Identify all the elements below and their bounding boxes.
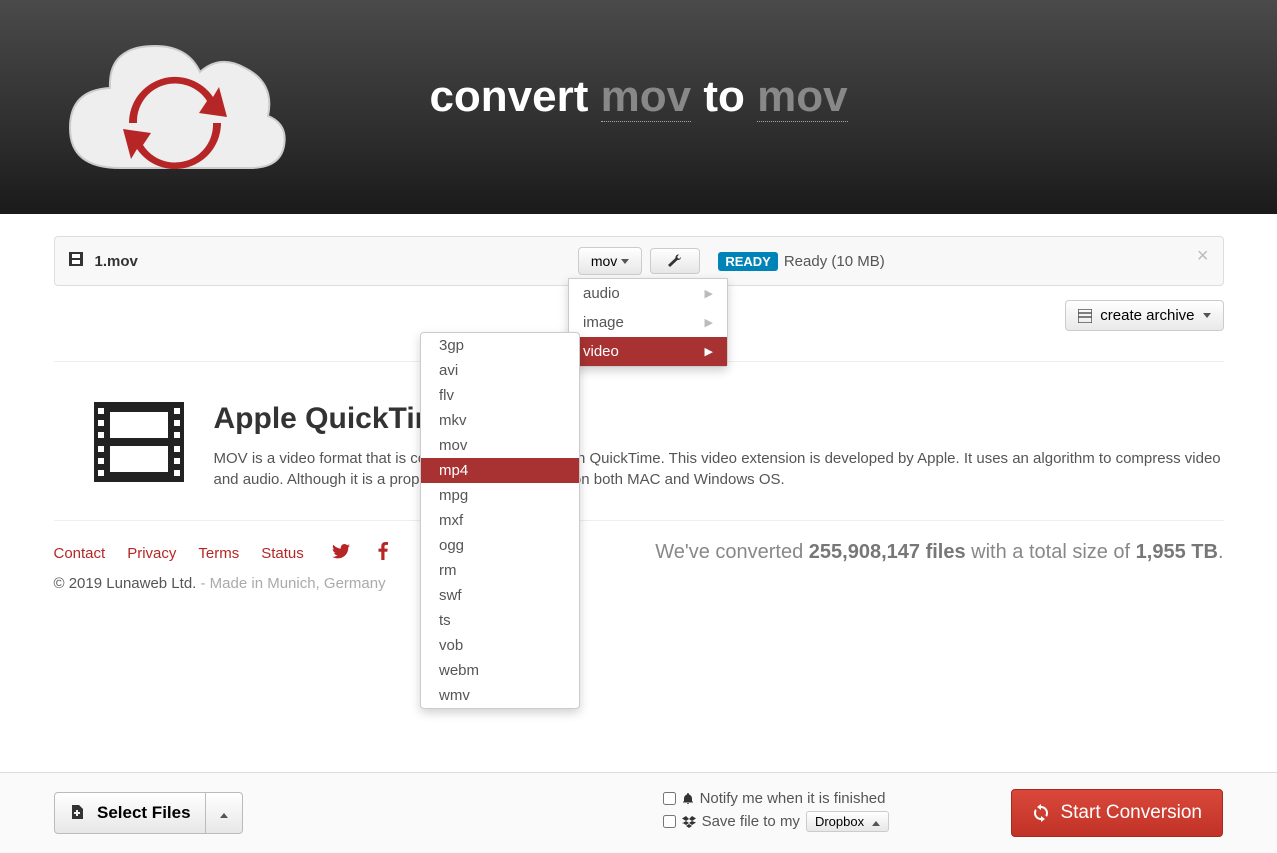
twitter-icon[interactable] xyxy=(332,544,350,564)
title-to-format[interactable]: mov xyxy=(757,72,847,122)
format-heading: Apple QuickTime Movie xyxy=(214,402,1224,436)
select-files-caret[interactable] xyxy=(206,792,243,834)
format-item-ogg[interactable]: ogg xyxy=(421,533,579,558)
notify-checkbox-row[interactable]: Notify me when it is finished xyxy=(663,790,889,807)
format-item-avi[interactable]: avi xyxy=(421,358,579,383)
format-item-flv[interactable]: flv xyxy=(421,383,579,408)
select-files-label: Select Files xyxy=(97,803,191,823)
conversion-stats: We've converted 255,908,147 files with a… xyxy=(655,541,1223,564)
category-item-audio[interactable]: audio▶ xyxy=(569,279,727,308)
wrench-icon xyxy=(667,254,683,268)
category-item-video[interactable]: video▶ xyxy=(569,337,727,366)
add-file-icon xyxy=(69,805,87,821)
output-format-label: mov xyxy=(591,253,617,269)
notify-label: Notify me when it is finished xyxy=(700,790,886,807)
start-conversion-button[interactable]: Start Conversion xyxy=(1011,789,1223,837)
category-menu: audio▶image▶video▶ xyxy=(568,278,728,367)
format-item-mov[interactable]: mov xyxy=(421,433,579,458)
title-prefix: convert xyxy=(429,72,600,121)
format-item-vob[interactable]: vob xyxy=(421,633,579,658)
format-item-3gp[interactable]: 3gp xyxy=(421,333,579,358)
archive-icon xyxy=(1078,309,1092,323)
footer-links: Contact Privacy Terms Status xyxy=(54,542,388,565)
start-label: Start Conversion xyxy=(1060,802,1202,824)
title-mid: to xyxy=(691,72,757,121)
copyright: © 2019 Lunaweb Ltd. - Made in Munich, Ge… xyxy=(54,575,1224,592)
caret-up-icon xyxy=(872,821,880,826)
category-item-image[interactable]: image▶ xyxy=(569,308,727,337)
link-contact[interactable]: Contact xyxy=(54,545,106,562)
refresh-icon xyxy=(1032,804,1050,822)
format-submenu: 3gpaviflvmkvmovmp4mpgmxfoggrmswftsvobweb… xyxy=(420,332,580,709)
link-privacy[interactable]: Privacy xyxy=(127,545,176,562)
bell-icon xyxy=(682,793,694,805)
link-terms[interactable]: Terms xyxy=(198,545,239,562)
film-strip-icon xyxy=(94,402,184,490)
close-icon[interactable]: × xyxy=(1197,245,1209,268)
save-to-row[interactable]: Save file to my Dropbox xyxy=(663,811,889,832)
bottom-bar: Select Files Notify me when it is finish… xyxy=(0,772,1277,853)
format-info: Apple QuickTime Movie MOV is a video for… xyxy=(54,362,1224,520)
dropbox-dropdown[interactable]: Dropbox xyxy=(806,811,889,832)
select-files-button[interactable]: Select Files xyxy=(54,792,206,834)
save-to-label: Save file to my xyxy=(702,813,800,830)
format-description: MOV is a video format that is commonly a… xyxy=(214,448,1224,490)
caret-down-icon xyxy=(1203,313,1211,318)
format-item-mkv[interactable]: mkv xyxy=(421,408,579,433)
status-badge: READY xyxy=(718,252,778,271)
options-button[interactable] xyxy=(650,248,700,274)
create-archive-button[interactable]: create archive xyxy=(1065,300,1223,331)
dropbox-icon xyxy=(682,816,696,828)
notify-checkbox[interactable] xyxy=(663,792,676,805)
cloud-convert-logo-icon xyxy=(60,28,290,188)
caret-down-icon xyxy=(621,259,629,264)
format-item-swf[interactable]: swf xyxy=(421,583,579,608)
archive-label: create archive xyxy=(1100,307,1194,324)
title-from-format[interactable]: mov xyxy=(601,72,691,122)
caret-up-icon xyxy=(220,813,228,818)
status-text: Ready (10 MB) xyxy=(784,253,885,270)
dropbox-label: Dropbox xyxy=(815,814,864,829)
save-to-checkbox[interactable] xyxy=(663,815,676,828)
facebook-icon[interactable] xyxy=(378,542,388,565)
link-status[interactable]: Status xyxy=(261,545,304,562)
file-name: 1.mov xyxy=(95,253,138,270)
format-item-webm[interactable]: webm xyxy=(421,658,579,683)
format-item-mpg[interactable]: mpg xyxy=(421,483,579,508)
output-format-dropdown[interactable]: mov xyxy=(578,247,642,275)
header: convert mov to mov xyxy=(0,0,1277,214)
logo xyxy=(60,28,290,193)
format-item-ts[interactable]: ts xyxy=(421,608,579,633)
format-item-rm[interactable]: rm xyxy=(421,558,579,583)
format-item-wmv[interactable]: wmv xyxy=(421,683,579,708)
format-item-mxf[interactable]: mxf xyxy=(421,508,579,533)
film-icon xyxy=(69,252,83,271)
format-item-mp4[interactable]: mp4 xyxy=(421,458,579,483)
page-title: convert mov to mov xyxy=(429,72,847,122)
